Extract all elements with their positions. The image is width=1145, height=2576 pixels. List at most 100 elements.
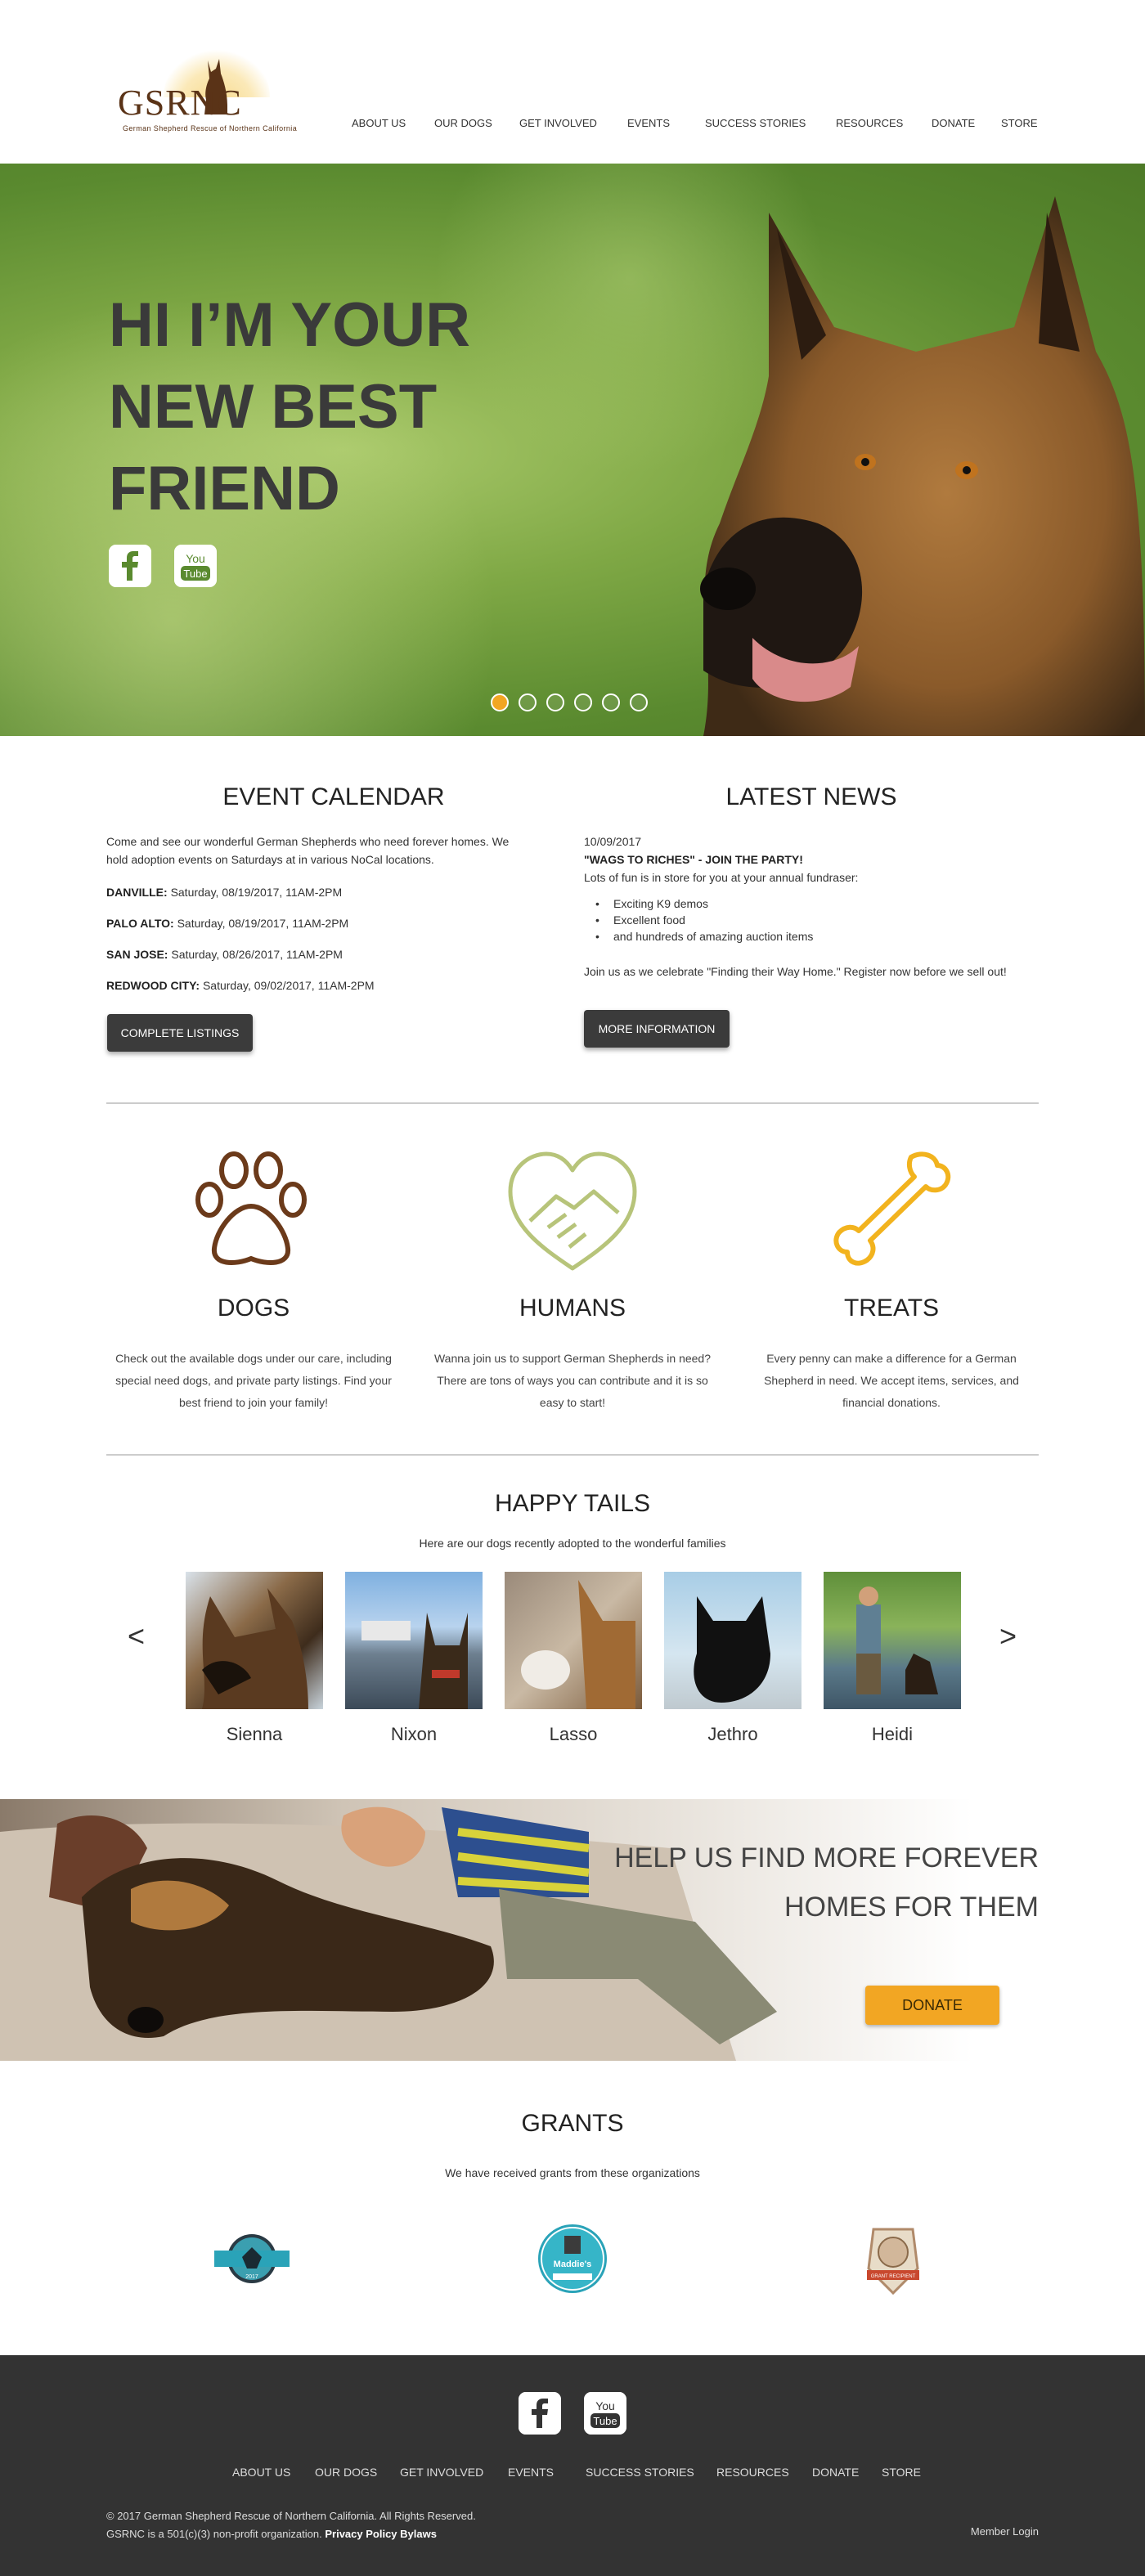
carousel-prev-button[interactable]: < [128, 1619, 145, 1654]
paw-icon [195, 1151, 307, 1265]
news-date: 10/09/2017 [584, 835, 642, 848]
dog-photo-sienna[interactable] [186, 1572, 323, 1709]
event-item: DANVILLE: Saturday, 08/19/2017, 11AM-2PM [106, 883, 532, 901]
nav-success-stories[interactable]: SUCCESS STORIES [705, 117, 806, 129]
dogs-title: DOGS [217, 1295, 290, 1322]
happy-tails-title: HAPPY TAILS [494, 1490, 651, 1517]
svg-text:Tube: Tube [183, 568, 207, 580]
event-date: Saturday, 09/02/2017, 11AM-2PM [202, 979, 375, 992]
site-footer: You Tube ABOUT US OUR DOGS GET INVOLVED E… [0, 2355, 1145, 2576]
event-date: Saturday, 08/19/2017, 11AM-2PM [177, 917, 349, 930]
hero-title: HI I’M YOUR NEW BEST FRIEND [109, 290, 470, 523]
event-city: SAN JOSE: [106, 948, 168, 961]
grants-title: GRANTS [521, 2110, 624, 2137]
youtube-icon[interactable]: You Tube [174, 545, 217, 587]
dog-name[interactable]: Sienna [186, 1724, 323, 1745]
svg-text:You: You [595, 2399, 615, 2412]
dog-photo-nixon[interactable] [345, 1572, 483, 1709]
latest-news-title: LATEST NEWS [725, 783, 897, 810]
footer-nav-get-involved[interactable]: GET INVOLVED [400, 2466, 483, 2479]
hero-slider: HI I’M YOUR NEW BEST FRIEND You Tube [0, 164, 1145, 736]
donate-banner: HELP US FIND MORE FOREVER HOMES FOR THEM… [0, 1799, 1145, 2061]
list-item: and hundreds of amazing auction items [584, 928, 813, 945]
site-header: GSRNC German Shepherd Rescue of Northern… [0, 0, 1145, 164]
dog-photo-heidi[interactable] [824, 1572, 961, 1709]
event-date: Saturday, 08/19/2017, 11AM-2PM [170, 886, 343, 899]
list-item: Excellent food [584, 912, 813, 928]
complete-listings-button[interactable]: COMPLETE LISTINGS [107, 1014, 253, 1052]
event-item: PALO ALTO: Saturday, 08/19/2017, 11AM-2P… [106, 914, 532, 932]
treats-title: TREATS [843, 1295, 940, 1322]
bylaws-link[interactable]: Bylaws [400, 2528, 437, 2540]
slider-dot[interactable] [630, 693, 648, 711]
dog-name[interactable]: Lasso [505, 1724, 642, 1745]
footer-nav-success-stories[interactable]: SUCCESS STORIES [586, 2466, 694, 2479]
happy-tails-subtitle: Here are our dogs recently adopted to th… [419, 1537, 726, 1550]
humans-title: HUMANS [519, 1295, 626, 1322]
slider-dot[interactable] [519, 693, 537, 711]
humans-description: Wanna join us to support German Shepherd… [433, 1352, 712, 1409]
nav-get-involved[interactable]: GET INVOLVED [519, 117, 597, 129]
youtube-icon[interactable]: You Tube [584, 2392, 626, 2435]
donate-button[interactable]: DONATE [865, 1986, 999, 2025]
slider-dot[interactable] [491, 693, 509, 711]
list-item: Exciting K9 demos [584, 895, 813, 912]
nav-store[interactable]: STORE [1001, 117, 1038, 129]
nav-about-us[interactable]: ABOUT US [352, 117, 406, 129]
dog-photo-lasso[interactable] [505, 1572, 642, 1709]
dog-name[interactable]: Heidi [824, 1724, 961, 1745]
event-intro: Come and see our wonderful German Shephe… [106, 835, 510, 866]
dog-name[interactable]: Nixon [345, 1724, 483, 1745]
svg-text:Tube: Tube [593, 2415, 617, 2427]
event-city: PALO ALTO: [106, 917, 174, 930]
news-closing: Join us as we celebrate "Finding their W… [584, 965, 1007, 978]
footer-nav-resources[interactable]: RESOURCES [716, 2466, 789, 2479]
event-city: DANVILLE: [106, 886, 168, 899]
nonprofit-text: GSRNC is a 501(c)(3) non-profit organiza… [106, 2528, 322, 2540]
treats-description: Every penny can make a difference for a … [764, 1352, 1019, 1409]
copyright-text: © 2017 German Shepherd Rescue of Norther… [106, 2510, 476, 2522]
facebook-icon[interactable] [109, 545, 151, 587]
main-nav: ABOUT US OUR DOGS GET INVOLVED EVENTS SU… [0, 117, 1145, 135]
footer-nav-donate[interactable]: DONATE [812, 2466, 859, 2479]
slider-dot[interactable] [602, 693, 620, 711]
footer-nav-our-dogs[interactable]: OUR DOGS [315, 2466, 377, 2479]
nav-donate[interactable]: DONATE [932, 117, 975, 129]
grant-badge-text: 2017 [245, 2274, 258, 2280]
footer-nav-events[interactable]: EVENTS [508, 2466, 554, 2479]
event-item: REDWOOD CITY: Saturday, 09/02/2017, 11AM… [106, 976, 532, 994]
event-city: REDWOOD CITY: [106, 979, 200, 992]
nav-our-dogs[interactable]: OUR DOGS [434, 117, 492, 129]
maddies-fund-icon[interactable]: Maddie's [532, 2218, 613, 2300]
slider-dot[interactable] [574, 693, 592, 711]
grant-maddies-text: Maddie's [554, 2260, 592, 2269]
heart-handshake-icon [508, 1151, 637, 1271]
carousel-next-button[interactable]: > [999, 1619, 1017, 1654]
dog-photo-jethro[interactable] [664, 1572, 802, 1709]
dogs-description: Check out the available dogs under our c… [115, 1352, 392, 1409]
event-date: Saturday, 08/26/2017, 11AM-2PM [171, 948, 343, 961]
bone-icon [833, 1151, 951, 1266]
grants-subtitle: We have received grants from these organ… [445, 2166, 700, 2179]
news-lead: Lots of fun is in store for you at your … [584, 871, 859, 884]
footer-nav-about-us[interactable]: ABOUT US [232, 2466, 290, 2479]
member-login-link[interactable]: Member Login [971, 2525, 1039, 2538]
nonprofit-line: GSRNC is a 501(c)(3) non-profit organiza… [106, 2525, 476, 2543]
nav-resources[interactable]: RESOURCES [836, 117, 903, 129]
grant-badge-icon[interactable]: 2017 [211, 2218, 293, 2300]
news-headline: "WAGS TO RICHES" - JOIN THE PARTY! [584, 853, 803, 866]
grant-recipient-text: GRANT RECIPIENT [871, 2274, 916, 2279]
nav-events[interactable]: EVENTS [627, 117, 670, 129]
event-calendar-title: EVENT CALENDAR [222, 783, 445, 810]
slider-dot[interactable] [546, 693, 564, 711]
dog-name[interactable]: Jethro [664, 1724, 802, 1745]
facebook-icon[interactable] [519, 2392, 561, 2435]
privacy-policy-link[interactable]: Privacy Policy [325, 2528, 397, 2540]
more-information-button[interactable]: MORE INFORMATION [584, 1010, 730, 1048]
german-shepherd-photo [700, 196, 1145, 736]
footer-nav-store[interactable]: STORE [882, 2466, 921, 2479]
banner-headline: HELP US FIND MORE FOREVER HOMES FOR THEM [614, 1842, 1039, 1923]
grant-recipient-seal-icon[interactable]: GRANT RECIPIENT [852, 2218, 934, 2300]
divider [106, 1454, 1039, 1456]
copyright: © 2017 German Shepherd Rescue of Norther… [106, 2507, 476, 2543]
